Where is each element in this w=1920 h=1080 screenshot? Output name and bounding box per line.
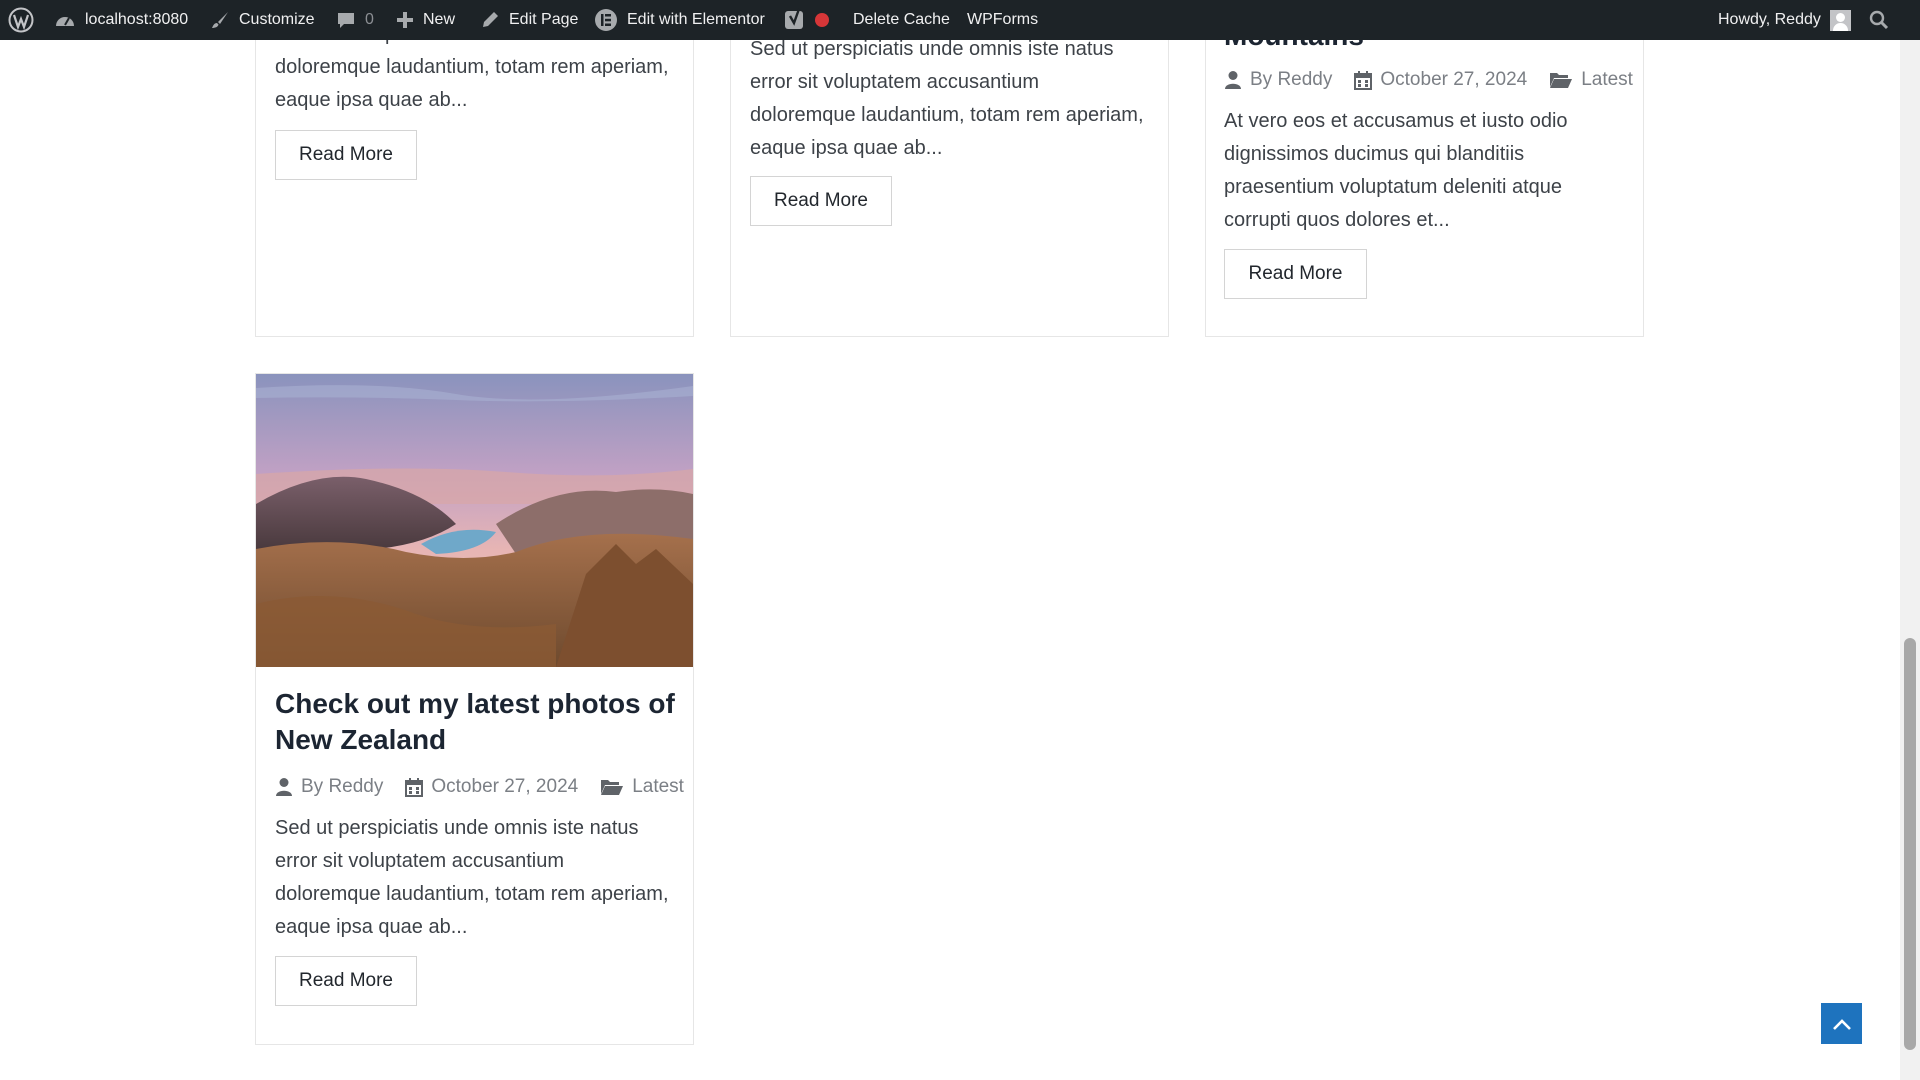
read-more-button[interactable]: Read More bbox=[275, 956, 417, 1006]
post-category-link[interactable]: Latest bbox=[632, 776, 684, 798]
delete-cache-link[interactable]: Delete Cache bbox=[853, 0, 950, 40]
excerpt-line: doloremque laudantium, totam rem aperiam… bbox=[750, 104, 1144, 126]
post-meta: By Reddy October 27, 2024 Latest bbox=[1224, 69, 1633, 91]
plus-icon bbox=[397, 12, 413, 28]
seo-status-dot bbox=[815, 13, 829, 27]
paintbrush-icon bbox=[212, 12, 228, 28]
search-icon bbox=[1869, 10, 1889, 30]
post-meta: By Reddy October 27, 2024 Latest bbox=[275, 776, 684, 798]
post-excerpt: At vero eos et accusamus et iusto odio d… bbox=[1224, 105, 1634, 237]
comment-bubble-icon bbox=[338, 13, 354, 28]
excerpt-line: eaque ipsa quae ab... bbox=[275, 916, 468, 938]
seo-menu[interactable] bbox=[784, 0, 829, 40]
edit-page-label: Edit Page bbox=[509, 11, 579, 28]
excerpt-line: error sit voluptatem accusantium bbox=[275, 850, 565, 872]
post-title-link[interactable]: Check out my latest photos of New Zealan… bbox=[275, 686, 685, 758]
edit-page-link[interactable]: Edit Page bbox=[480, 0, 578, 40]
excerpt-line: error sit voluptatem accusantium bbox=[750, 71, 1040, 93]
post-author-link[interactable]: By Reddy bbox=[301, 776, 383, 798]
calendar-icon bbox=[1354, 70, 1373, 90]
site-name-label: localhost:8080 bbox=[85, 11, 189, 28]
new-zealand-landscape-image[interactable] bbox=[256, 374, 693, 667]
yoast-icon bbox=[785, 8, 803, 29]
my-account-menu[interactable]: Howdy, Reddy bbox=[1718, 0, 1851, 40]
read-more-button[interactable]: Read More bbox=[275, 130, 417, 180]
post-date-link[interactable]: October 27, 2024 bbox=[431, 776, 578, 798]
post-category-link[interactable]: Latest bbox=[1581, 69, 1633, 91]
excerpt-line: praesentium voluptatum deleniti atque bbox=[1224, 176, 1562, 198]
comments-link[interactable]: 0 bbox=[336, 0, 374, 40]
wpforms-link[interactable]: WPForms bbox=[967, 0, 1038, 40]
folder-open-icon bbox=[1550, 73, 1573, 88]
avatar bbox=[1829, 9, 1851, 31]
user-icon bbox=[1225, 71, 1241, 89]
delete-cache-label: Delete Cache bbox=[853, 11, 950, 28]
scroll-to-top-button[interactable] bbox=[1821, 1003, 1862, 1044]
excerpt-line: At vero eos et accusamus et iusto odio bbox=[1224, 110, 1568, 132]
howdy-label: Howdy, Reddy bbox=[1718, 11, 1821, 28]
comments-count: 0 bbox=[365, 11, 374, 28]
post-author-link[interactable]: By Reddy bbox=[1250, 69, 1332, 91]
chevron-up-icon bbox=[1832, 1018, 1851, 1030]
read-more-button[interactable]: Read More bbox=[1224, 249, 1367, 299]
post-date-link[interactable]: October 27, 2024 bbox=[1380, 69, 1527, 91]
customize-label: Customize bbox=[239, 11, 315, 28]
wpforms-label: WPForms bbox=[967, 11, 1039, 28]
excerpt-line: Sed ut perspiciatis unde omnis iste natu… bbox=[275, 817, 639, 839]
pencil-icon bbox=[483, 12, 498, 27]
new-label: New bbox=[423, 11, 456, 28]
user-icon bbox=[276, 778, 292, 796]
excerpt-line: doloremque laudantium, totam rem aperiam… bbox=[275, 56, 669, 78]
post-excerpt: Sed ut perspiciatis unde omnis iste natu… bbox=[275, 812, 685, 944]
read-more-button[interactable]: Read More bbox=[750, 176, 892, 226]
edit-with-elementor-label: Edit with Elementor bbox=[627, 11, 765, 28]
excerpt-line: eaque ipsa quae ab... bbox=[750, 137, 943, 159]
post-excerpt: Sed ut perspiciatis unde omnis iste natu… bbox=[750, 33, 1160, 165]
folder-open-icon bbox=[601, 780, 624, 795]
admin-search-button[interactable] bbox=[1869, 0, 1889, 40]
elementor-icon bbox=[595, 9, 617, 31]
new-content-link[interactable]: New bbox=[396, 0, 455, 40]
customize-link[interactable]: Customize bbox=[210, 0, 315, 40]
site-name-link[interactable]: localhost:8080 bbox=[54, 0, 188, 40]
dashboard-gauge-icon bbox=[56, 17, 74, 26]
page-scrollbar[interactable] bbox=[1900, 40, 1920, 1080]
wordpress-icon bbox=[8, 7, 34, 33]
excerpt-line: corrupti quos dolores et... bbox=[1224, 209, 1450, 231]
excerpt-line: dignissimos ducimus qui blanditiis bbox=[1224, 143, 1525, 165]
admin-bar: localhost:8080 Customize 0 New Edit Page bbox=[0, 0, 1920, 40]
wordpress-logo-button[interactable] bbox=[8, 0, 34, 40]
scrollbar-thumb[interactable] bbox=[1904, 638, 1916, 1050]
excerpt-line: doloremque laudantium, totam rem aperiam… bbox=[275, 883, 669, 905]
excerpt-line: eaque ipsa quae ab... bbox=[275, 89, 468, 111]
edit-with-elementor-link[interactable]: Edit with Elementor bbox=[594, 0, 765, 40]
calendar-icon bbox=[405, 777, 424, 797]
